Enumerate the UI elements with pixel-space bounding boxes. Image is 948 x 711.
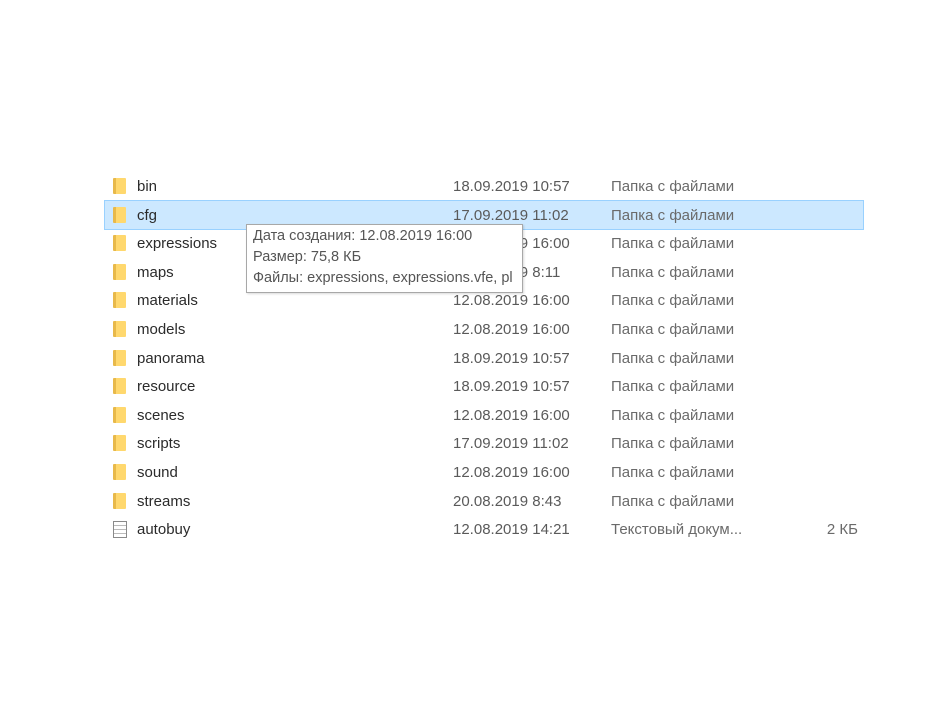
- folder-icon: [113, 206, 126, 223]
- folder-icon: [113, 492, 126, 509]
- folder-icon: [113, 463, 126, 480]
- file-name: panorama: [137, 349, 205, 367]
- file-name: bin: [137, 178, 158, 195]
- file-name: streams: [137, 492, 191, 510]
- folder-icon: [113, 178, 126, 194]
- file-type: Папка с файлами: [611, 435, 735, 453]
- file-type: Папка с файлами: [611, 406, 735, 424]
- folder-icon: [113, 349, 126, 366]
- file-row[interactable]: bin 18.09.2019 10:57 Папка с файлами: [105, 172, 863, 201]
- file-name: autobuy: [137, 521, 191, 539]
- file-type: Папка с файлами: [611, 463, 735, 481]
- folder-icon: [113, 435, 126, 452]
- file-row[interactable]: scenes 12.08.2019 16:00 Папка с файлами: [105, 401, 863, 430]
- file-row[interactable]: sound 12.08.2019 16:00 Папка с файлами: [105, 458, 863, 487]
- file-type: Текстовый докум...: [611, 521, 743, 539]
- file-row[interactable]: resource 18.09.2019 10:57 Папка с файлами: [105, 372, 863, 401]
- folder-icon: [113, 378, 126, 395]
- folder-icon: [113, 292, 126, 309]
- file-row[interactable]: streams 20.08.2019 8:43 Папка с файлами: [105, 487, 863, 516]
- folder-tooltip: Дата создания: 12.08.2019 16:00 Размер: …: [246, 224, 523, 293]
- folder-icon: [113, 235, 126, 252]
- file-date: 17.09.2019 11:02: [453, 435, 569, 453]
- file-date: 18.09.2019 10:57: [453, 349, 570, 367]
- tooltip-files: Файлы: expressions, expressions.vfe, pl: [253, 270, 513, 286]
- file-type: Папка с файлами: [611, 320, 735, 338]
- folder-icon: [113, 406, 126, 423]
- file-row[interactable]: autobuy 12.08.2019 14:21 Текстовый докум..…: [105, 515, 863, 544]
- file-name: sound: [137, 463, 178, 481]
- file-name: maps: [137, 263, 174, 281]
- file-name: resource: [137, 378, 196, 396]
- file-size: 2 КБ: [826, 521, 858, 539]
- file-name: models: [137, 320, 186, 338]
- file-name: materials: [137, 292, 198, 310]
- file-date: 12.08.2019 14:21: [453, 521, 570, 539]
- file-type: Папка с файлами: [611, 492, 735, 510]
- file-date: 12.08.2019 16:00: [453, 320, 570, 338]
- file-date: 12.08.2019 16:00: [453, 406, 570, 424]
- folder-icon: [113, 320, 126, 337]
- file-date: 12.08.2019 16:00: [453, 463, 570, 481]
- folder-icon: [113, 263, 126, 280]
- file-row[interactable]: models 12.08.2019 16:00 Папка с файлами: [105, 315, 863, 344]
- file-row[interactable]: scripts 17.09.2019 11:02 Папка с файлами: [105, 429, 863, 458]
- file-type: Папка с файлами: [611, 349, 735, 367]
- file-date: 17.09.2019 11:02: [453, 206, 569, 224]
- file-type: Папка с файлами: [611, 378, 735, 396]
- file-name: scenes: [137, 406, 185, 424]
- file-type: Папка с файлами: [611, 235, 735, 253]
- file-date: 18.09.2019 10:57: [453, 378, 570, 396]
- text-file-icon: [113, 521, 127, 539]
- file-date: 12.08.2019 16:00: [453, 292, 570, 310]
- file-date: 20.08.2019 8:43: [453, 492, 562, 510]
- tooltip-size: Размер: 75,8 КБ: [253, 249, 362, 265]
- tooltip-created: Дата создания: 12.08.2019 16:00: [253, 228, 473, 244]
- file-type: Папка с файлами: [611, 206, 735, 224]
- file-row[interactable]: panorama 18.09.2019 10:57 Папка с файлами: [105, 344, 863, 373]
- file-name: cfg: [137, 206, 158, 224]
- file-date: 18.09.2019 10:57: [453, 178, 570, 195]
- file-name: expressions: [137, 235, 218, 253]
- file-type: Папка с файлами: [611, 292, 735, 310]
- file-type: Папка с файлами: [611, 263, 735, 281]
- file-type: Папка с файлами: [611, 178, 735, 195]
- file-name: scripts: [137, 435, 181, 453]
